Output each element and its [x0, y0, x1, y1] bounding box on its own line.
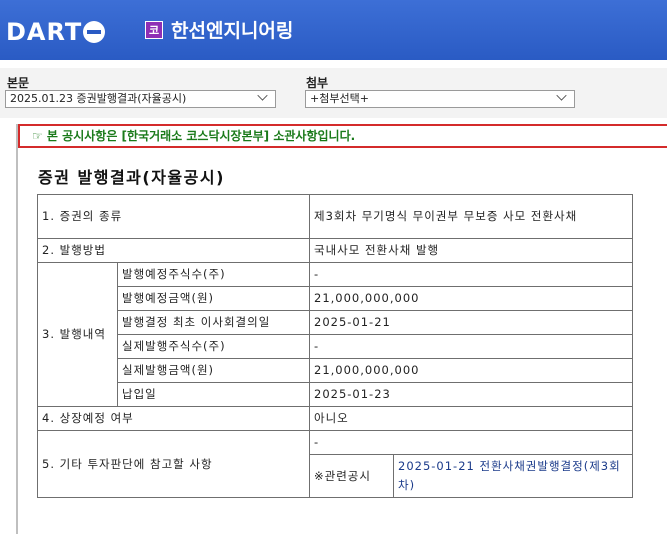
- related-disclosure-link[interactable]: 2025-01-21 전환사채권발행결정(제3회차): [393, 454, 633, 498]
- table-row: 1. 증권의 종류 제3회차 무기명식 무이권부 무보증 사모 전환사채: [37, 194, 633, 239]
- row-label: 1. 증권의 종류: [37, 194, 310, 239]
- table-row: 발행결정 최초 이사회결의일 2025-01-21: [38, 310, 633, 335]
- attach-label: 첨부: [306, 76, 329, 90]
- sub-value: 21,000,000,000: [309, 286, 633, 311]
- row-value: -: [309, 430, 633, 455]
- body-label: 본문: [7, 76, 30, 90]
- chevron-down-icon: [257, 90, 268, 101]
- sub-label: 납입일: [117, 382, 310, 407]
- related-link-text[interactable]: 2025-01-21 전환사채권발행결정(제3회차): [398, 459, 621, 492]
- attach-select[interactable]: +첨부선택+: [305, 90, 575, 108]
- sub-value: 2025-01-21: [309, 310, 633, 335]
- company-header: 코 한선엔지니어링: [145, 16, 293, 43]
- row-value: 제3회차 무기명식 무이권부 무보증 사모 전환사채: [309, 194, 633, 239]
- logo-mark-icon: [83, 21, 106, 43]
- sub-label: 실제발행금액(원): [117, 358, 310, 383]
- disclosure-table: 1. 증권의 종류 제3회차 무기명식 무이권부 무보증 사모 전환사채 2. …: [37, 194, 633, 498]
- row-label: 4. 상장예정 여부: [37, 406, 310, 431]
- document-viewer[interactable]: ☞ 본 공시사항은 [한국거래소 코스닥시장본부] 소관사항입니다. 증권 발행…: [0, 118, 667, 534]
- table-row: 3. 발행내역 발행예정주식수(주) -: [37, 262, 633, 407]
- viewer-border: [16, 124, 18, 534]
- table-row: 발행예정금액(원) 21,000,000,000: [38, 286, 633, 311]
- document-selector-row: 본문 2025.01.23 증권발행결과(자율공시) 첨부 +첨부선택+: [0, 68, 667, 118]
- attach-select-value: +첨부선택+: [310, 92, 369, 105]
- dart-logo[interactable]: DART: [6, 17, 106, 47]
- row-value: 아니오: [309, 406, 633, 431]
- row-label: 3. 발행내역: [37, 262, 118, 407]
- sub-label: 발행예정주식수(주): [117, 262, 310, 287]
- row-label: 2. 발행방법: [37, 238, 310, 263]
- sub-label: 발행결정 최초 이사회결의일: [117, 310, 310, 335]
- related-label: ※관련공시: [309, 454, 394, 498]
- sub-value: 21,000,000,000: [309, 358, 633, 383]
- row-value: 국내사모 전환사채 발행: [309, 238, 633, 263]
- body-select[interactable]: 2025.01.23 증권발행결과(자율공시): [5, 90, 276, 108]
- table-row: 실제발행주식수(주) -: [38, 334, 633, 359]
- company-name[interactable]: 한선엔지니어링: [171, 16, 293, 43]
- row-label: 5. 기타 투자판단에 참고할 사항: [37, 430, 310, 498]
- market-badge: 코: [145, 20, 163, 39]
- sub-value: -: [309, 334, 633, 359]
- sub-label: 실제발행주식수(주): [117, 334, 310, 359]
- table-row: 2. 발행방법 국내사모 전환사채 발행: [37, 238, 633, 263]
- table-row: 4. 상장예정 여부 아니오: [37, 406, 633, 431]
- document-title: 증권 발행결과(자율공시): [38, 168, 225, 187]
- body-select-value: 2025.01.23 증권발행결과(자율공시): [10, 92, 187, 105]
- table-row: 실제발행금액(원) 21,000,000,000: [38, 358, 633, 383]
- logo-text: DART: [6, 18, 83, 46]
- jurisdiction-notice: ☞ 본 공시사항은 [한국거래소 코스닥시장본부] 소관사항입니다.: [18, 124, 667, 148]
- header-bar: DART 코 한선엔지니어링: [0, 0, 667, 60]
- sub-value: 2025-01-23: [309, 382, 633, 407]
- sub-label: 발행예정금액(원): [117, 286, 310, 311]
- table-row: 납입일 2025-01-23: [38, 382, 633, 407]
- chevron-down-icon: [556, 90, 567, 101]
- table-row: 5. 기타 투자판단에 참고할 사항 -: [37, 430, 633, 498]
- sub-value: -: [309, 262, 633, 287]
